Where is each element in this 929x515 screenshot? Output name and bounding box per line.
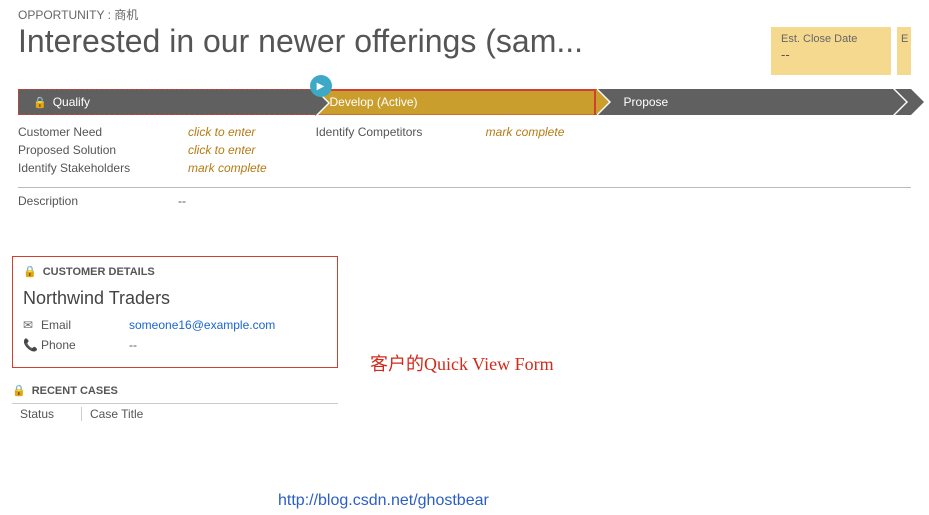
phone-icon: 📞 — [23, 338, 41, 352]
stage-propose[interactable]: Propose — [596, 89, 894, 115]
field-label: Proposed Solution — [18, 143, 188, 157]
watermark-url: http://blog.csdn.net/ghostbear — [278, 492, 489, 510]
description-label: Description — [18, 194, 178, 208]
customer-name[interactable]: Northwind Traders — [23, 288, 327, 309]
est-close-date-label: Est. Close Date — [781, 33, 881, 45]
field-label: Identify Stakeholders — [18, 161, 188, 175]
develop-fields: Identify Competitors mark complete — [316, 123, 614, 177]
recent-cases-table-head: Status Case Title — [12, 403, 338, 421]
lock-icon: 🔒 — [33, 96, 47, 109]
field-value[interactable]: mark complete — [188, 161, 267, 175]
stage-label: Develop (Active) — [330, 95, 418, 109]
col-case-title[interactable]: Case Title — [82, 407, 151, 421]
email-value[interactable]: someone16@example.com — [129, 318, 275, 332]
est-close-date-value: -- — [781, 47, 881, 62]
phone-value: -- — [129, 338, 137, 352]
field-row[interactable]: Proposed Solution click to enter — [18, 141, 316, 159]
lock-icon: 🔒 — [12, 384, 26, 397]
qualify-fields: Customer Need click to enter Proposed So… — [18, 123, 316, 177]
field-value[interactable]: mark complete — [486, 125, 565, 139]
section-title: RECENT CASES — [32, 385, 118, 397]
annotation-text: 客户的Quick View Form — [370, 350, 554, 376]
customer-phone-row[interactable]: 📞 Phone -- — [23, 335, 327, 355]
phone-label: Phone — [41, 338, 129, 352]
field-value[interactable]: click to enter — [188, 143, 255, 157]
stage-label: Propose — [624, 95, 669, 109]
entity-label: OPPORTUNITY : 商机 — [0, 0, 929, 23]
col-status[interactable]: Status — [12, 407, 82, 421]
field-row[interactable]: Identify Stakeholders mark complete — [18, 159, 316, 177]
mail-icon: ✉ — [23, 318, 41, 332]
header-box-overflow: E — [897, 27, 911, 75]
play-icon: ▶ — [310, 75, 332, 97]
field-row[interactable]: Customer Need click to enter — [18, 123, 316, 141]
description-row[interactable]: Description -- — [0, 188, 929, 208]
field-label: Identify Competitors — [316, 125, 486, 139]
field-row[interactable]: Identify Competitors mark complete — [316, 123, 614, 141]
field-value[interactable]: click to enter — [188, 125, 255, 139]
description-value: -- — [178, 194, 186, 208]
customer-email-row[interactable]: ✉ Email someone16@example.com — [23, 315, 327, 335]
email-label: Email — [41, 318, 129, 332]
stage-develop-active[interactable]: ▶ Develop (Active) — [316, 89, 596, 115]
lock-icon: 🔒 — [23, 265, 37, 278]
est-close-date-box[interactable]: Est. Close Date -- — [771, 27, 891, 75]
process-stage-flow: 🔒 Qualify ▶ Develop (Active) Propose — [18, 89, 911, 115]
recent-cases-header: 🔒 RECENT CASES — [12, 384, 338, 397]
field-label: Customer Need — [18, 125, 188, 139]
customer-details-card: 🔒 CUSTOMER DETAILS Northwind Traders ✉ E… — [12, 256, 338, 368]
stage-qualify[interactable]: 🔒 Qualify — [18, 89, 316, 115]
stage-label: Qualify — [53, 95, 90, 109]
section-title: CUSTOMER DETAILS — [43, 266, 155, 278]
recent-cases-section: 🔒 RECENT CASES Status Case Title — [12, 384, 338, 421]
page-title: Interested in our newer offerings (sam..… — [18, 23, 771, 60]
customer-details-header: 🔒 CUSTOMER DETAILS — [23, 265, 327, 278]
